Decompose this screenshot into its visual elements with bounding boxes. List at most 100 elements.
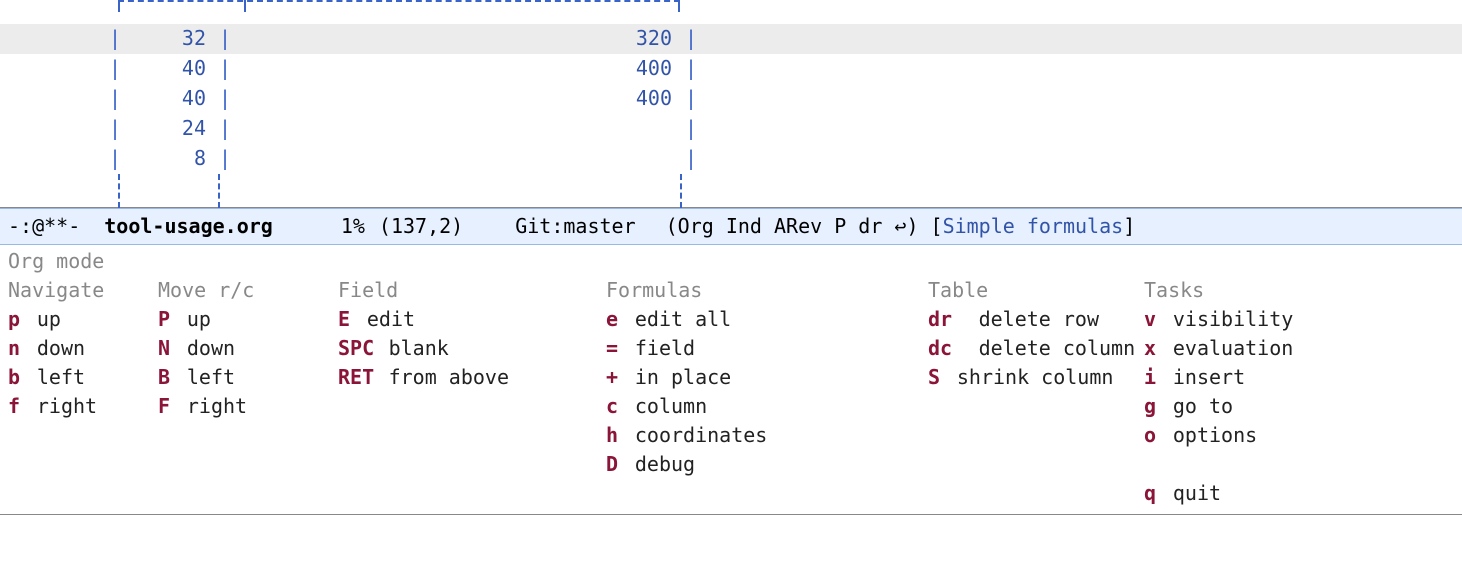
table-cell[interactable]: [232, 114, 684, 144]
table-cell[interactable]: 32: [122, 24, 218, 54]
keybinding[interactable]: n down: [8, 334, 158, 363]
table-cell[interactable]: [232, 144, 684, 174]
key-desc: delete column: [967, 336, 1136, 360]
keybinding[interactable]: B left: [158, 363, 338, 392]
keybinding[interactable]: S shrink column: [928, 363, 1144, 392]
keybinding[interactable]: P up: [158, 305, 338, 334]
table-pipe: |: [684, 84, 698, 114]
key: v: [1144, 305, 1161, 334]
help-column-head: Formulas: [606, 276, 928, 305]
keybinding[interactable]: e edit all: [606, 305, 928, 334]
keybinding[interactable]: N down: [158, 334, 338, 363]
key: n: [8, 334, 25, 363]
key: dc: [928, 334, 967, 363]
key: e: [606, 305, 623, 334]
table-col-divider: [244, 0, 246, 12]
table-row[interactable]: |32|320|: [0, 24, 1462, 54]
key: f: [8, 392, 25, 421]
key-desc: left: [175, 365, 235, 389]
row-indent: [0, 144, 108, 174]
modeline-percent: 1%: [341, 212, 365, 241]
keybinding[interactable]: = field: [606, 334, 928, 363]
keybinding[interactable]: dr delete row: [928, 305, 1144, 334]
table-pipe: |: [684, 144, 698, 174]
help-title: Org mode: [8, 247, 1454, 276]
keybinding[interactable]: o options: [1144, 421, 1293, 450]
keybinding[interactable]: dc delete column: [928, 334, 1144, 363]
row-indent: [0, 84, 108, 114]
key: g: [1144, 392, 1161, 421]
table-pipe: |: [108, 114, 122, 144]
table-row[interactable]: |40|400|: [0, 84, 1462, 114]
help-column-head: Field: [338, 276, 606, 305]
table-row[interactable]: |40|400|: [0, 54, 1462, 84]
table-cell[interactable]: 40: [122, 84, 218, 114]
key: c: [606, 392, 623, 421]
key-desc: options: [1161, 423, 1257, 447]
table-cell[interactable]: 40: [122, 54, 218, 84]
key: dr: [928, 305, 967, 334]
key: +: [606, 363, 623, 392]
keybinding[interactable]: p up: [8, 305, 158, 334]
keybinding[interactable]: c column: [606, 392, 928, 421]
table-cell[interactable]: 320: [232, 24, 684, 54]
org-table[interactable]: |32|320||40|400||40|400||24|||8||: [0, 24, 1462, 174]
modeline-context[interactable]: [Simple formulas]: [931, 212, 1136, 241]
keybinding[interactable]: D debug: [606, 450, 928, 479]
keybinding[interactable]: q quit: [1144, 479, 1293, 508]
spacer: [1144, 450, 1293, 479]
table-pipe: |: [684, 24, 698, 54]
keybinding[interactable]: + in place: [606, 363, 928, 392]
keybinding[interactable]: x evaluation: [1144, 334, 1293, 363]
table-pipe: |: [218, 114, 232, 144]
keybinding[interactable]: i insert: [1144, 363, 1293, 392]
table-pipe: |: [684, 114, 698, 144]
keybinding[interactable]: SPC blank: [338, 334, 606, 363]
keybinding[interactable]: F right: [158, 392, 338, 421]
help-column-head: Tasks: [1144, 276, 1293, 305]
key-desc: field: [623, 336, 695, 360]
table-pipe: |: [218, 84, 232, 114]
keybinding[interactable]: f right: [8, 392, 158, 421]
key-desc: quit: [1161, 481, 1221, 505]
modeline-modes[interactable]: (Org Ind ARev P dr ↩): [666, 212, 919, 241]
table-cell[interactable]: 8: [122, 144, 218, 174]
key: SPC: [338, 334, 377, 363]
table-pipe: |: [684, 54, 698, 84]
table-bottom-border-right: [680, 174, 682, 208]
key: o: [1144, 421, 1161, 450]
table-cell[interactable]: 400: [232, 84, 684, 114]
key: S: [928, 363, 945, 392]
key: P: [158, 305, 175, 334]
table-pipe: |: [218, 144, 232, 174]
keybinding[interactable]: E edit: [338, 305, 606, 334]
keybinding[interactable]: v visibility: [1144, 305, 1293, 334]
key: B: [158, 363, 175, 392]
keybinding[interactable]: h coordinates: [606, 421, 928, 450]
key: F: [158, 392, 175, 421]
key-desc: insert: [1161, 365, 1245, 389]
table-bottom-border-mid: [218, 174, 220, 208]
keybinding[interactable]: RET from above: [338, 363, 606, 392]
table-pipe: |: [108, 54, 122, 84]
table-cell[interactable]: 400: [232, 54, 684, 84]
key-desc: right: [175, 394, 247, 418]
key-desc: up: [175, 307, 211, 331]
key-desc: coordinates: [623, 423, 768, 447]
key-desc: shrink column: [945, 365, 1114, 389]
keybinding[interactable]: g go to: [1144, 392, 1293, 421]
key-desc: down: [175, 336, 235, 360]
key: N: [158, 334, 175, 363]
table-cell[interactable]: 24: [122, 114, 218, 144]
which-key-panel: Org mode Navigatep upn downb leftf right…: [0, 245, 1462, 514]
modeline-position: (137,2): [379, 212, 463, 241]
modeline-vcs[interactable]: Git:master: [515, 212, 635, 241]
table-row[interactable]: |8||: [0, 144, 1462, 174]
keybinding[interactable]: b left: [8, 363, 158, 392]
key-desc: visibility: [1161, 307, 1293, 331]
modeline-filename[interactable]: tool-usage.org: [98, 212, 279, 241]
table-row[interactable]: |24||: [0, 114, 1462, 144]
return-icon: ↩: [894, 212, 906, 241]
key-desc: column: [623, 394, 707, 418]
org-table-buffer[interactable]: |32|320||40|400||40|400||24|||8||: [0, 0, 1462, 208]
